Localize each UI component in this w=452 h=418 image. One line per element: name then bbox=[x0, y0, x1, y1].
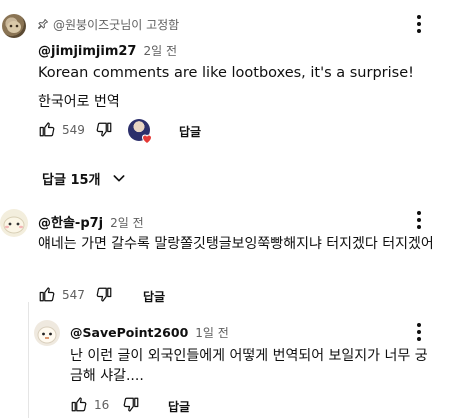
pinned-text: @원붕이즈굿님이 고정함 bbox=[53, 17, 180, 32]
reply-author[interactable]: @SavePoint2600 bbox=[70, 325, 188, 340]
heart-icon bbox=[141, 130, 153, 145]
chevron-down-icon bbox=[111, 170, 127, 186]
avatar[interactable] bbox=[0, 209, 28, 237]
comment-time[interactable]: 2일 전 bbox=[110, 214, 144, 231]
comment-author[interactable]: @한솔-p7j bbox=[38, 212, 103, 231]
comment-menu-button[interactable] bbox=[417, 211, 421, 229]
more-vert-icon bbox=[417, 211, 421, 229]
comment-menu-button[interactable] bbox=[417, 15, 421, 33]
pinned-label: @원붕이즈굿님이 고정함 bbox=[37, 16, 179, 32]
replies-count-label: 답글 15개 bbox=[42, 172, 101, 188]
like-icon bbox=[39, 287, 55, 302]
avatar[interactable] bbox=[34, 320, 60, 346]
like-icon bbox=[71, 397, 87, 412]
dislike-icon bbox=[96, 122, 112, 137]
like-button[interactable] bbox=[38, 120, 56, 138]
dislike-icon bbox=[96, 287, 112, 302]
reply-header: @SavePoint2600 1일 전 bbox=[70, 324, 229, 342]
avatar[interactable] bbox=[2, 14, 26, 38]
comment-time[interactable]: 2일 전 bbox=[143, 42, 177, 59]
comment-text: 얘네는 가면 갈수록 말랑쫄깃탱글보잉쭉빵해지냐 터지겠다 터지겠어ㅋㅋ bbox=[38, 236, 434, 258]
like-button[interactable] bbox=[38, 285, 56, 303]
reply-button[interactable]: 답글 bbox=[143, 288, 165, 305]
comment-header: @한솔-p7j 2일 전 bbox=[38, 212, 144, 231]
thread-line bbox=[28, 302, 29, 418]
more-vert-icon bbox=[417, 15, 421, 33]
reply-button[interactable]: 답글 bbox=[168, 398, 190, 415]
like-count: 549 bbox=[62, 123, 85, 137]
translate-link[interactable]: 한국어로 번역 bbox=[38, 91, 120, 111]
comment-author[interactable]: @jimjimjim27 bbox=[38, 44, 136, 59]
like-icon bbox=[39, 122, 55, 137]
like-count: 16 bbox=[94, 398, 110, 412]
comment-header: @jimjimjim27 2일 전 bbox=[38, 42, 177, 60]
like-count: 547 bbox=[62, 288, 85, 302]
comment-text: Korean comments are like lootboxes, it's… bbox=[38, 65, 414, 81]
pin-icon bbox=[37, 18, 49, 30]
dislike-button[interactable] bbox=[122, 396, 140, 414]
dislike-button[interactable] bbox=[95, 286, 113, 304]
like-button[interactable] bbox=[70, 395, 88, 413]
dislike-icon bbox=[123, 397, 139, 412]
reply-button[interactable]: 답글 bbox=[179, 123, 201, 140]
dislike-button[interactable] bbox=[95, 121, 113, 139]
reply-text: 난 이런 글이 외국인들에게 어떻게 번역되어 보일지가 너무 궁금해 샤갈..… bbox=[70, 348, 428, 384]
reply-time[interactable]: 1일 전 bbox=[195, 324, 229, 341]
more-vert-icon bbox=[417, 323, 421, 341]
replies-toggle[interactable]: 답글 15개 bbox=[42, 168, 127, 188]
reply-menu-button[interactable] bbox=[417, 323, 421, 341]
